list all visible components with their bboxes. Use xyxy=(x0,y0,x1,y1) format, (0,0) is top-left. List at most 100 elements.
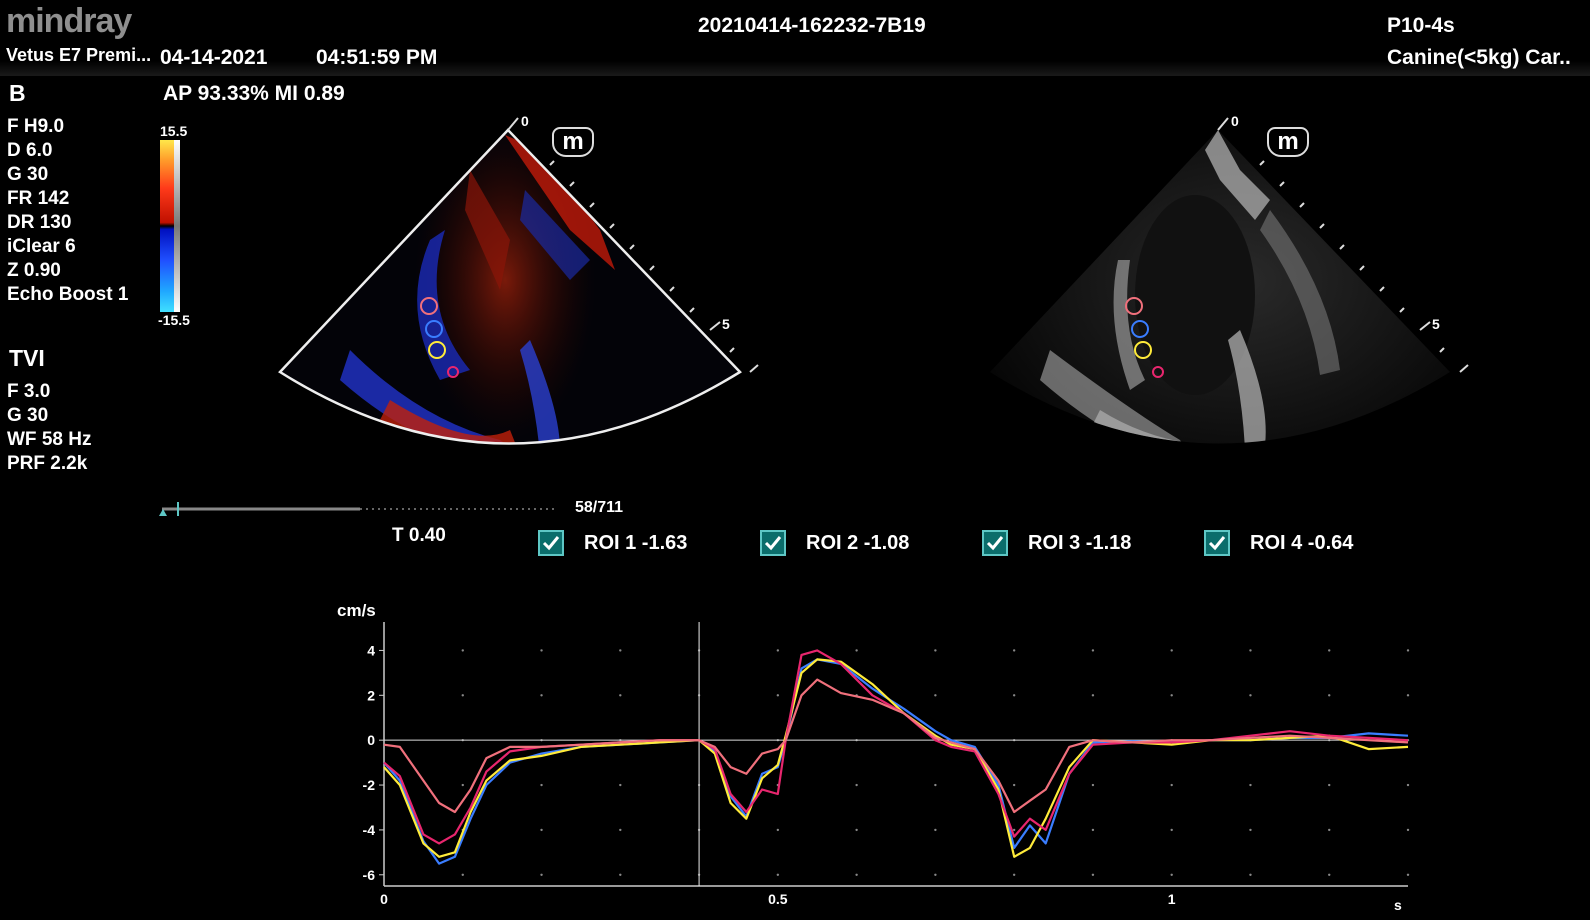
grid-dot xyxy=(1012,783,1016,787)
cine-frame-count: 58/711 xyxy=(575,499,624,516)
velocity-chart[interactable]: 420-2-4-60 0.5 1 cm/s s xyxy=(320,600,1440,918)
grid-dot xyxy=(619,783,622,787)
x-tick-label: 0 xyxy=(380,891,388,907)
grid-dot xyxy=(934,694,937,697)
tvi-sector-image[interactable]: 0 5 xyxy=(270,110,790,490)
grid-dot xyxy=(1406,649,1410,652)
color-scale-gray-bar xyxy=(174,140,180,312)
b-param-iclear: iClear 6 xyxy=(7,236,76,257)
marker-m-icon-right: m xyxy=(1267,127,1309,157)
tvi-param-wall-filter: WF 58 Hz xyxy=(7,429,92,450)
grid-dot xyxy=(1249,873,1252,876)
roi-3-toggle[interactable]: ROI 3 -1.18 xyxy=(982,528,1131,558)
color-scale-min: -15.5 xyxy=(158,312,190,328)
grid-dot xyxy=(540,783,543,787)
grid-dot xyxy=(540,828,543,832)
checkmark-icon xyxy=(764,536,782,551)
roi-2-toggle[interactable]: ROI 2 -1.08 xyxy=(760,528,909,558)
exam-date: 04-14-2021 xyxy=(160,46,268,69)
grid-dot xyxy=(1328,828,1331,832)
checkmark-icon xyxy=(986,536,1004,551)
grid-dot xyxy=(855,828,858,832)
grid-dot xyxy=(619,828,622,832)
tvi-param-gain: G 30 xyxy=(7,405,49,426)
roi-4-toggle[interactable]: ROI 4 -0.64 xyxy=(1204,528,1353,558)
tvi-param-frequency: F 3.0 xyxy=(7,381,51,402)
grid-dot xyxy=(1170,873,1173,876)
grid-dot xyxy=(1091,649,1095,652)
y-tick-label: 0 xyxy=(367,732,375,748)
checkmark-icon xyxy=(1208,536,1226,551)
exam-preset: Canine(<5kg) Car.. xyxy=(1387,46,1571,69)
checkmark-icon xyxy=(542,536,560,551)
grid-dot xyxy=(1328,873,1331,876)
grid-dot xyxy=(1249,694,1252,697)
grid-dot xyxy=(1012,828,1016,832)
roi-4-velocity-line xyxy=(383,678,1409,814)
exam-time: 04:51:59 PM xyxy=(316,46,438,69)
grid-dot xyxy=(855,873,858,876)
grid-dot xyxy=(619,873,622,876)
roi-3-checkbox[interactable] xyxy=(982,530,1008,556)
roi-1-toggle[interactable]: ROI 1 -1.63 xyxy=(538,528,687,558)
grid-dot xyxy=(619,649,622,652)
grid-dot xyxy=(1012,649,1016,652)
tvi-mode-params: F 3.0 G 30 WF 58 Hz PRF 2.2k xyxy=(7,380,91,476)
grid-dot xyxy=(1406,783,1410,787)
grid-dot xyxy=(934,828,937,832)
grid-dot xyxy=(1091,873,1095,876)
grid-dot xyxy=(776,873,780,876)
grid-dot xyxy=(934,649,937,652)
b-param-echo-boost: Echo Boost 1 xyxy=(7,284,129,305)
grid-dot xyxy=(776,649,780,652)
grid-dot xyxy=(1249,828,1252,832)
tvi-param-prf: PRF 2.2k xyxy=(7,453,88,474)
cine-progress-bar[interactable] xyxy=(158,498,568,520)
roi-1-checkbox[interactable] xyxy=(538,530,564,556)
grid-dot xyxy=(461,694,464,697)
b-mode-params: F H9.0 D 6.0 G 30 FR 142 DR 130 iClear 6… xyxy=(7,115,128,307)
grid-dot xyxy=(540,694,543,697)
grid-dot xyxy=(776,828,780,832)
grid-dot xyxy=(1091,783,1095,787)
b-param-gain: G 30 xyxy=(7,164,49,185)
probe-name: P10-4s xyxy=(1387,14,1455,37)
bmode-sector-image[interactable]: 0 5 xyxy=(980,110,1500,490)
ap-mi-readout: AP 93.33% MI 0.89 xyxy=(163,82,345,105)
grid-dot xyxy=(1406,694,1410,697)
roi-4-checkbox[interactable] xyxy=(1204,530,1230,556)
grid-dot xyxy=(1406,873,1410,876)
exam-id: 20210414-162232-7B19 xyxy=(698,14,926,37)
y-tick-label: 4 xyxy=(367,642,375,658)
brand-logo: mindray xyxy=(6,2,132,40)
roi-2-checkbox[interactable] xyxy=(760,530,786,556)
depth-mark-top-left: 0 xyxy=(521,113,529,129)
grid-dot xyxy=(855,783,858,787)
x-tick-label: 0.5 xyxy=(768,891,788,907)
roi-4-label: ROI 4 -0.64 xyxy=(1250,531,1354,554)
y-axis-label: cm/s xyxy=(337,601,376,620)
grid-dot xyxy=(619,694,622,697)
grid-dot xyxy=(1170,783,1173,787)
grid-dot xyxy=(776,694,780,697)
x-axis-label: s xyxy=(1394,897,1402,913)
grid-dot xyxy=(1091,828,1095,832)
grid-dot xyxy=(461,873,464,876)
roi-2-velocity-line xyxy=(383,658,1409,858)
grid-dot xyxy=(1328,783,1331,787)
grid-dot xyxy=(1328,649,1331,652)
roi-1-velocity-line xyxy=(383,658,1409,865)
cursor-time: T 0.40 xyxy=(392,525,446,546)
b-param-zoom: Z 0.90 xyxy=(7,260,61,281)
chart-grid xyxy=(461,649,1410,876)
y-tick-label: -2 xyxy=(363,777,376,793)
grid-dot xyxy=(1249,783,1252,787)
grid-dot xyxy=(1170,828,1173,832)
y-tick-label: -6 xyxy=(363,867,376,883)
tvi-mode-title: TVI xyxy=(9,345,45,371)
chart-axes: 420-2-4-60 0.5 1 xyxy=(363,622,1408,907)
b-param-frequency: F H9.0 xyxy=(7,116,65,137)
grid-dot xyxy=(1328,694,1331,697)
grid-dot xyxy=(1170,694,1173,697)
grid-dot xyxy=(1406,828,1410,832)
